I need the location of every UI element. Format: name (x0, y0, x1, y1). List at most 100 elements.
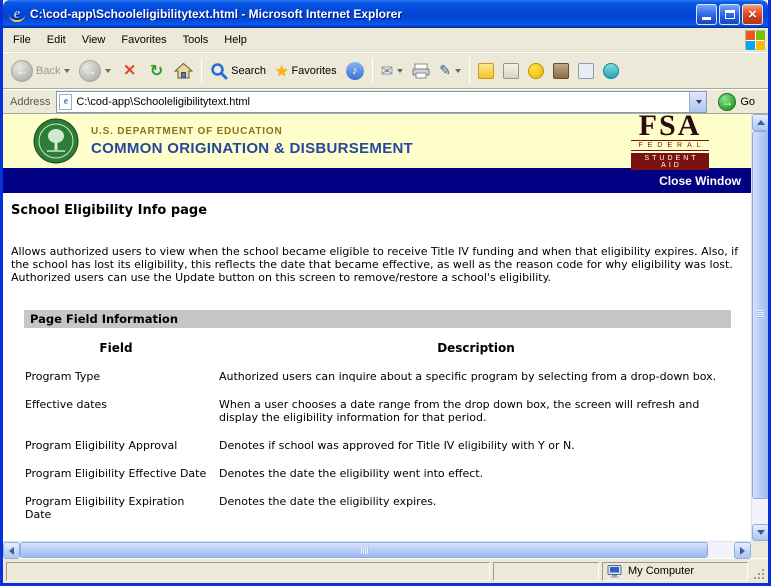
my-computer-icon (607, 565, 623, 578)
print-icon (412, 63, 430, 79)
back-label: Back (36, 65, 60, 77)
field-column-header: Field (25, 342, 207, 355)
resize-grip[interactable] (751, 562, 766, 581)
menu-edit[interactable]: Edit (39, 31, 74, 49)
vertical-scroll-track[interactable] (752, 131, 768, 524)
description-cell: Denotes if school was approved for Title… (219, 439, 733, 452)
close-button[interactable]: × (742, 4, 763, 25)
media-button[interactable]: ♪ (342, 55, 368, 87)
minimize-button[interactable] (696, 4, 717, 25)
messenger-icon (528, 63, 544, 79)
mail-icon: ✉ (381, 62, 394, 80)
favorites-label: Favorites (291, 65, 336, 77)
go-arrow-icon: → (718, 93, 736, 111)
scroll-down-button[interactable] (752, 524, 769, 541)
field-cell: Program Type (25, 370, 207, 383)
stop-button[interactable]: × (116, 55, 142, 87)
arrow-right-icon (740, 547, 745, 555)
back-dropdown-icon (64, 69, 70, 73)
description-cell: Denotes the date the eligibility expires… (219, 495, 733, 521)
search-icon (210, 62, 228, 80)
refresh-icon: ↻ (148, 63, 165, 79)
profile-button[interactable] (574, 55, 598, 87)
horizontal-scrollbar[interactable] (3, 541, 751, 558)
refresh-button[interactable]: ↻ (144, 55, 169, 87)
notes-icon (478, 63, 494, 79)
window-controls: × (696, 4, 763, 25)
forward-icon: → (79, 60, 101, 82)
fsa-student-aid-text: STUDENT AID (631, 153, 709, 170)
scroll-right-button[interactable] (734, 542, 751, 559)
go-button[interactable]: → Go (713, 91, 760, 113)
status-bar: My Computer (3, 558, 768, 583)
field-cell: Program Eligibility Approval (25, 439, 207, 452)
page-nav-bar: Close Window (3, 168, 751, 193)
msn-button[interactable] (599, 55, 623, 87)
notes-button[interactable] (474, 55, 498, 87)
fsa-logo: FSA FEDERAL STUDENT AID (631, 114, 709, 170)
menu-bar: File Edit View Favorites Tools Help (3, 28, 768, 52)
edit-icon: ✎ (439, 62, 451, 79)
description-cell: When a user chooses a date range from th… (219, 398, 733, 424)
home-button[interactable] (170, 55, 197, 87)
scroll-left-button[interactable] (3, 542, 20, 559)
mail-dropdown-icon (397, 69, 403, 73)
site-header: U.S. DEPARTMENT OF EDUCATION COMMON ORIG… (3, 114, 751, 168)
description-cell: Denotes the date the eligibility went in… (219, 467, 733, 480)
title-bar[interactable]: e C:\cod-app\Schooleligibilitytext.html … (3, 0, 768, 28)
zone-label: My Computer (628, 565, 694, 577)
minimize-icon (702, 17, 711, 20)
horizontal-scroll-thumb[interactable] (20, 542, 708, 558)
vertical-scrollbar[interactable] (751, 114, 768, 541)
forward-button[interactable]: → (75, 55, 115, 87)
arrow-down-icon (757, 530, 765, 535)
windows-logo-icon (745, 30, 765, 50)
maximize-button[interactable] (719, 4, 740, 25)
close-window-link[interactable]: Close Window (659, 174, 741, 188)
search-label: Search (231, 65, 266, 77)
field-cell: Program Eligibility Effective Date (25, 467, 207, 480)
menu-help[interactable]: Help (216, 31, 255, 49)
department-line1: U.S. DEPARTMENT OF EDUCATION (91, 126, 413, 137)
fsa-federal-text: FEDERAL (631, 140, 709, 151)
education-seal-icon (33, 118, 79, 164)
edit-button[interactable]: ✎ (435, 55, 465, 87)
menu-tools[interactable]: Tools (175, 31, 217, 49)
msn-icon (603, 63, 619, 79)
discuss-button[interactable] (499, 55, 523, 87)
mail-button[interactable]: ✉ (377, 55, 408, 87)
arrow-up-icon (757, 120, 765, 125)
research-button[interactable] (549, 55, 573, 87)
favorites-button[interactable]: ★ Favorites (271, 55, 341, 87)
scroll-up-button[interactable] (752, 114, 769, 131)
maximize-icon (725, 10, 735, 19)
edit-dropdown-icon (455, 69, 461, 73)
address-input[interactable]: e C:\cod-app\Schooleligibilitytext.html (56, 91, 707, 113)
description-cell: Authorized users can inquire about a spe… (219, 370, 733, 383)
menu-file[interactable]: File (5, 31, 39, 49)
menu-favorites[interactable]: Favorites (113, 31, 174, 49)
stop-icon: × (120, 62, 138, 79)
department-line2: COMMON ORIGINATION & DISBURSEMENT (91, 140, 413, 157)
intro-paragraph: Allows authorized users to view when the… (11, 245, 747, 284)
back-icon: ← (11, 60, 33, 82)
vertical-scroll-thumb[interactable] (752, 131, 769, 499)
field-cell: Effective dates (25, 398, 207, 424)
discuss-icon (503, 63, 519, 79)
horizontal-scroll-track[interactable] (20, 542, 734, 558)
toolbar-separator (201, 58, 202, 84)
address-dropdown-button[interactable] (689, 92, 706, 112)
print-button[interactable] (408, 55, 434, 87)
back-button[interactable]: ← Back (7, 55, 74, 87)
address-bar: Address e C:\cod-app\Schooleligibilityte… (3, 89, 768, 114)
window-title: C:\cod-app\Schooleligibilitytext.html - … (30, 7, 691, 21)
messenger-button[interactable] (524, 55, 548, 87)
search-button[interactable]: Search (206, 55, 270, 87)
menu-view[interactable]: View (74, 31, 114, 49)
toolbar-separator (469, 58, 470, 84)
address-value[interactable]: C:\cod-app\Schooleligibilitytext.html (76, 96, 250, 108)
chevron-down-icon (696, 100, 702, 104)
field-table: Field Description Program Type Authorize… (25, 342, 733, 521)
status-message-pane (6, 562, 490, 581)
home-icon (174, 62, 193, 79)
